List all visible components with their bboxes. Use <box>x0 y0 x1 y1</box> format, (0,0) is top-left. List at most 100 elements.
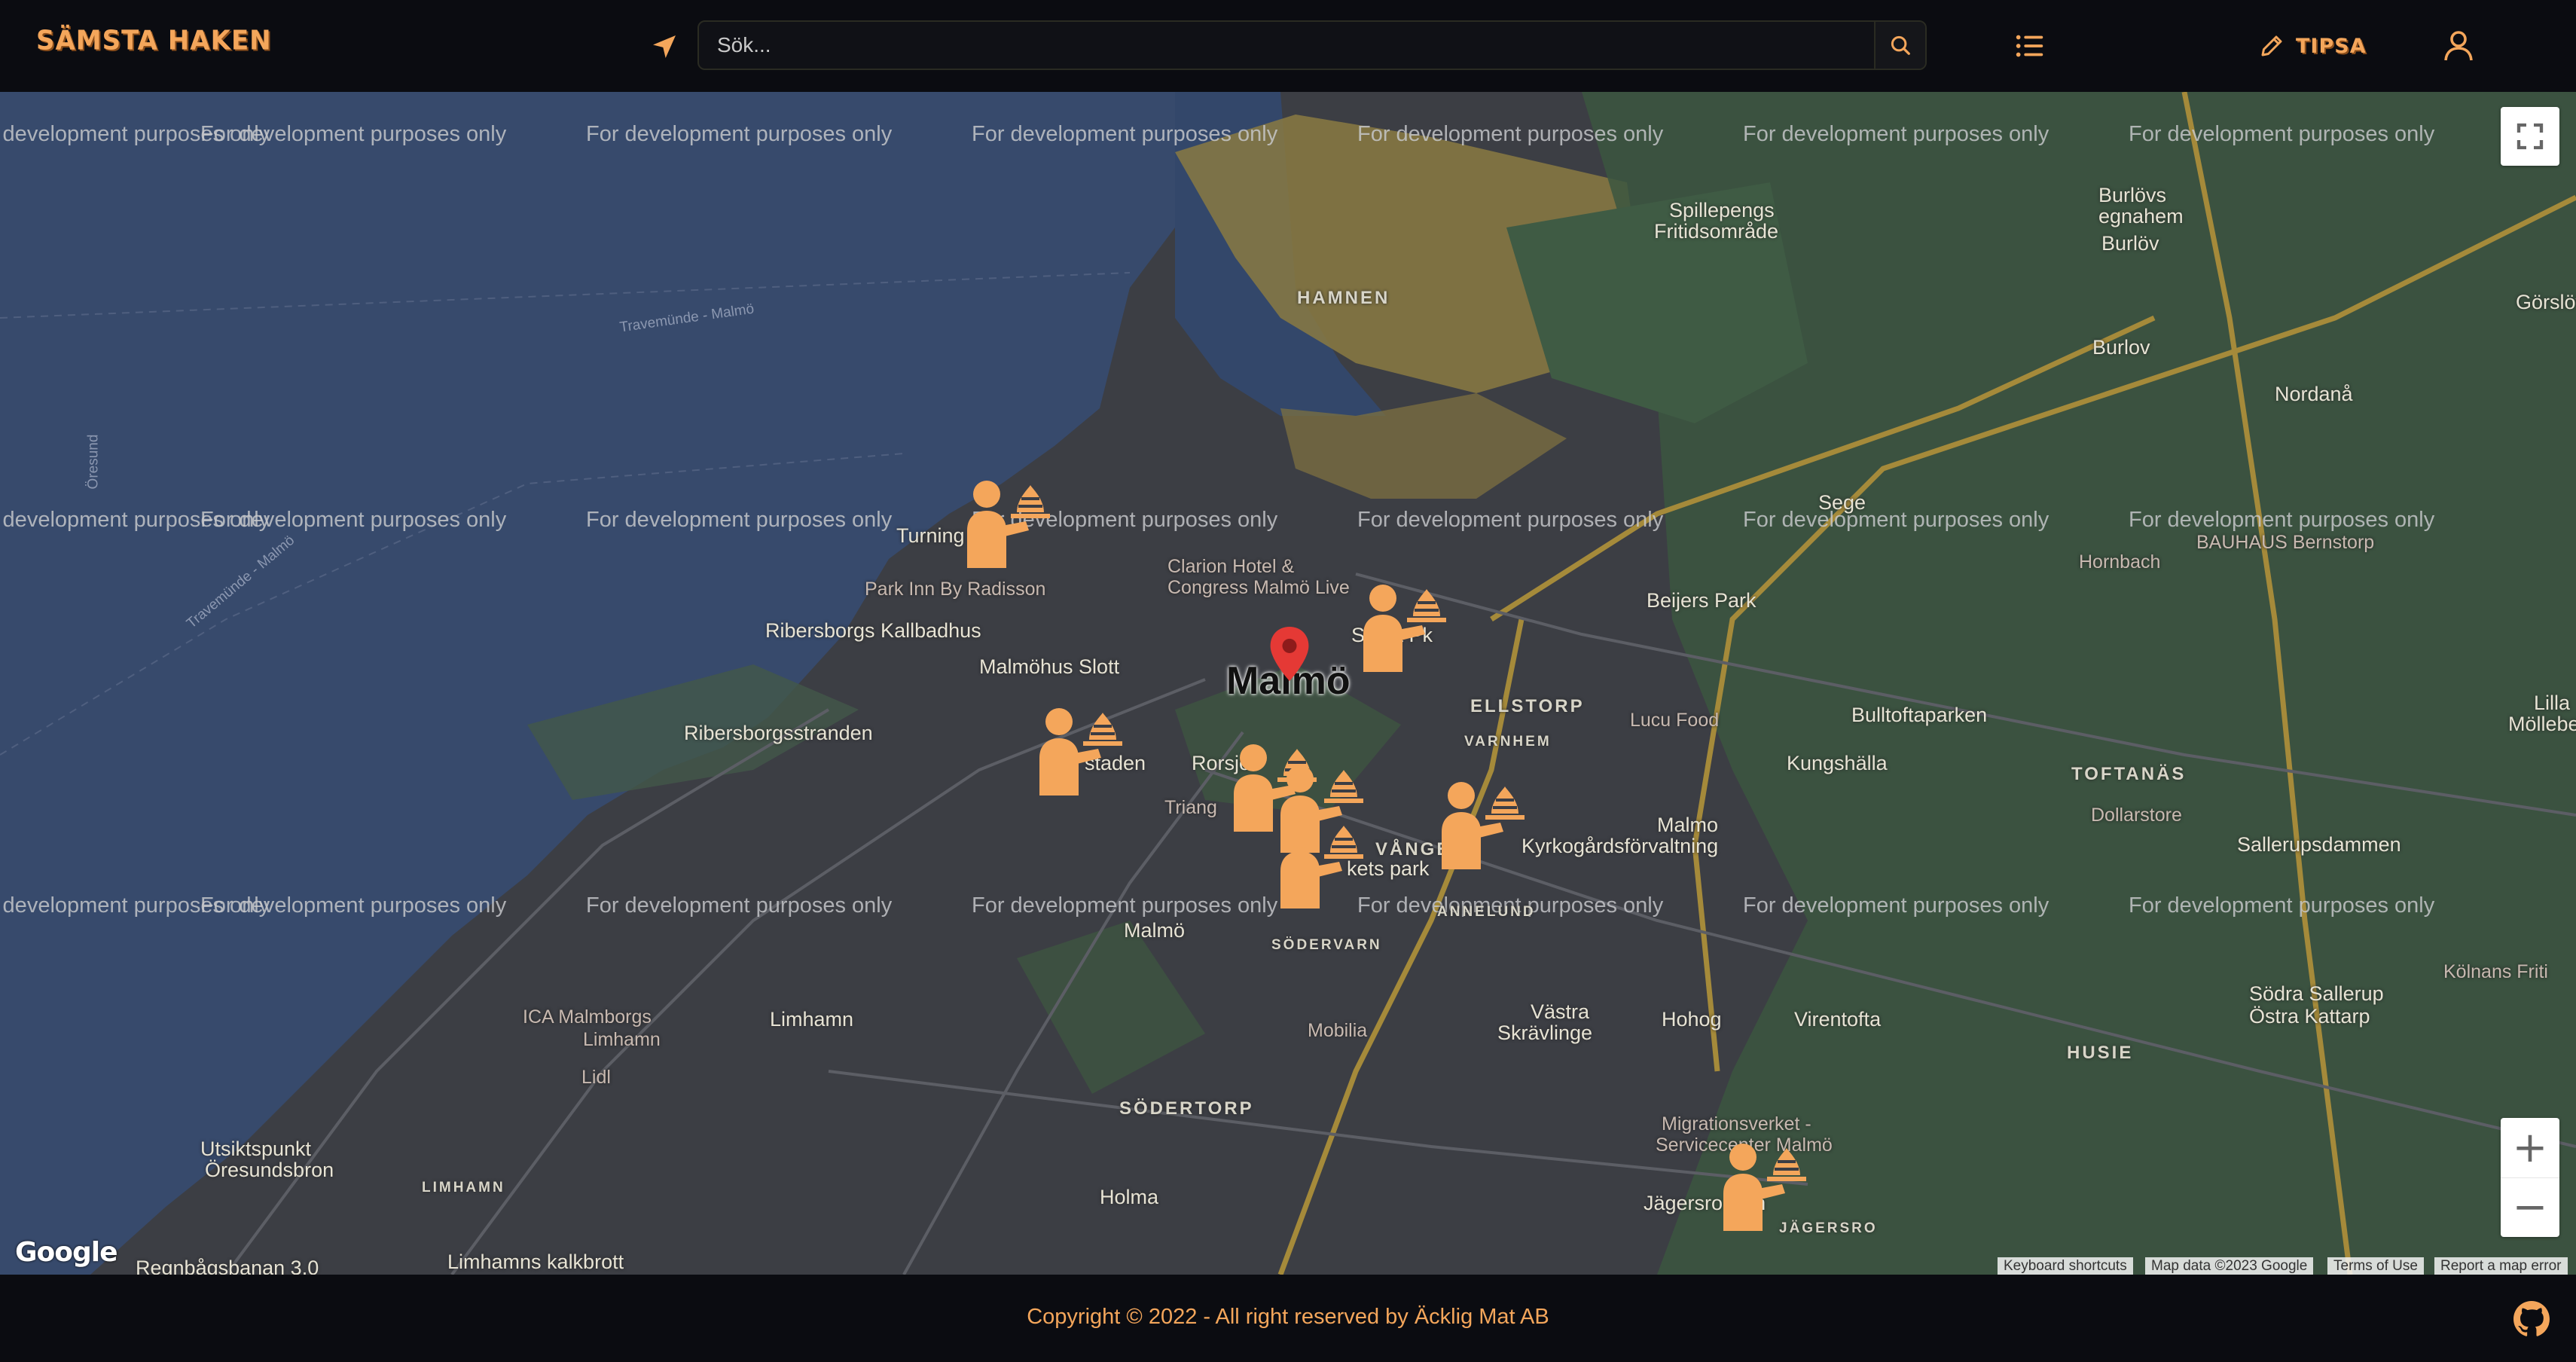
map-label: Burlov <box>2092 336 2150 359</box>
map-label: Sallerupsdammen <box>2237 833 2401 856</box>
report-map-error-link[interactable]: Report a map error <box>2434 1257 2568 1275</box>
map-label: Limhamn <box>583 1029 661 1050</box>
location-arrow-icon <box>653 35 676 58</box>
watermark: For development purposes only <box>200 508 507 532</box>
tipsa-label: TIPSA <box>2296 34 2367 58</box>
map-label: Virentofta <box>1794 1008 1882 1031</box>
watermark: For development purposes only <box>972 893 1278 918</box>
map-label: Triang <box>1164 797 1217 818</box>
zoom-control: + − <box>2501 1118 2559 1237</box>
search-bar <box>697 20 1927 70</box>
search-icon <box>1891 35 1910 55</box>
restaurant-marker[interactable] <box>1431 779 1529 869</box>
map-label: Södra Sallerup <box>2249 982 2384 1005</box>
watermark: For development purposes only <box>586 122 893 146</box>
map-label: Lucu Food <box>1630 710 1720 731</box>
map-label: Migrationsverket - <box>1662 1113 1811 1134</box>
watermark: For development purposes only <box>2129 122 2435 146</box>
map-label: ICA Malmborgs <box>523 1006 652 1028</box>
map-label: Regnbågsbanan 3.0 <box>136 1257 319 1275</box>
fullscreen-icon <box>2516 123 2544 150</box>
map-label: Dollarstore <box>2091 805 2182 826</box>
map-label: BAUHAUS Bernstorp <box>2196 532 2375 553</box>
map-label: ANNELUND <box>1437 904 1536 920</box>
map-label: Malmo <box>1657 814 1719 836</box>
map-label: Öresund <box>85 434 102 490</box>
search-input[interactable] <box>699 22 1874 69</box>
app-footer: Copyright © 2022 - All right reserved by… <box>0 1275 2576 1362</box>
waiter-serving-icon <box>1723 1144 1806 1231</box>
map-data-attribution: Map data ©2023 Google <box>2145 1257 2314 1275</box>
google-logo: Google <box>15 1237 118 1268</box>
list-view-button[interactable] <box>2013 29 2047 63</box>
map-label: Burlövs <box>2098 184 2167 206</box>
map-label: Kölnans Friti <box>2443 961 2548 982</box>
waiter-serving-icon <box>1280 821 1363 909</box>
map-label: Nordanå <box>2275 383 2353 405</box>
map-view[interactable]: For development purposes only For develo… <box>0 92 2576 1275</box>
map-label: Beijers Park <box>1647 589 1757 612</box>
zoom-in-button[interactable]: + <box>2501 1118 2559 1178</box>
map-label: Spillepengs <box>1669 199 1775 221</box>
fullscreen-button[interactable] <box>2501 107 2559 166</box>
user-account-button[interactable] <box>2440 27 2477 63</box>
waiter-serving-icon <box>967 481 1050 568</box>
watermark: For development purposes only <box>1357 508 1664 532</box>
map-label: Holma <box>1100 1186 1159 1208</box>
map-label: HUSIE <box>2067 1043 2134 1063</box>
locate-me-button[interactable] <box>649 32 679 62</box>
map-label: SÖDERTORP <box>1119 1098 1254 1119</box>
pencil-icon <box>2261 35 2282 56</box>
watermark: For development purposes only <box>2129 508 2435 532</box>
map-label: egnahem <box>2098 205 2184 228</box>
search-button[interactable] <box>1874 22 1925 69</box>
map-label: Bulltoftaparken <box>1851 704 1988 726</box>
map-label: Malmö <box>1124 919 1186 942</box>
map-label: Malmöhus Slott <box>979 655 1120 678</box>
waiter-serving-icon <box>1442 782 1525 869</box>
tipsa-button[interactable]: TIPSA <box>2258 29 2367 63</box>
terms-of-use-link[interactable]: Terms of Use <box>2327 1257 2424 1275</box>
map-label: Turning <box>896 524 965 547</box>
copyright-text: Copyright © 2022 - All right reserved by… <box>1027 1305 1549 1329</box>
watermark: For development purposes only <box>200 122 507 146</box>
restaurant-marker[interactable] <box>1713 1141 1811 1231</box>
watermark: For development purposes only <box>1743 122 2050 146</box>
app-logo[interactable]: SÄMSTA HAKEN <box>36 25 272 56</box>
map-label: Lidl <box>581 1067 611 1088</box>
map-label: Sege <box>1818 491 1866 514</box>
github-icon <box>2513 1301 2550 1336</box>
map-label: Congress Malmö Live <box>1167 577 1350 598</box>
watermark-row: For development purposes only For develo… <box>0 508 2576 538</box>
restaurant-marker[interactable] <box>1353 582 1451 672</box>
map-label: Görslöv <box>2516 291 2576 313</box>
map-label: Clarion Hotel & <box>1167 556 1295 577</box>
map-label: Ribersborgs Kallbadhus <box>765 619 981 642</box>
map-label: Limhamns kalkbrott <box>447 1251 624 1273</box>
watermark: For development purposes only <box>2129 893 2435 918</box>
map-label: VARNHEM <box>1464 734 1552 750</box>
watermark: For development purposes only <box>200 893 507 918</box>
list-icon <box>2016 35 2043 57</box>
map-label: Kyrkogårdsförvaltning <box>1521 835 1719 857</box>
map-label: SÖDERVARN <box>1271 937 1382 953</box>
map-pin-icon[interactable] <box>1270 627 1309 681</box>
map-label: Hohog <box>1662 1008 1722 1031</box>
watermark: For development purposes only <box>1743 508 2050 532</box>
map-label: Ribersborgsstranden <box>684 722 873 744</box>
map-label: Öresundsbron <box>205 1159 334 1181</box>
restaurant-marker[interactable] <box>957 478 1055 568</box>
restaurant-marker[interactable] <box>1029 705 1127 796</box>
keyboard-shortcuts-link[interactable]: Keyboard shortcuts <box>1998 1257 2133 1275</box>
restaurant-marker[interactable] <box>1270 818 1368 909</box>
map-label: ELLSTORP <box>1470 696 1585 716</box>
map-label: Skrävlinge <box>1497 1022 1593 1044</box>
watermark: For development purposes only <box>1743 893 2050 918</box>
waiter-serving-icon <box>1039 708 1122 796</box>
map-label: HAMNEN <box>1297 288 1390 308</box>
user-icon <box>2444 31 2473 61</box>
github-link[interactable] <box>2513 1300 2550 1338</box>
watermark: For development purposes only <box>586 893 893 918</box>
zoom-out-button[interactable]: − <box>2501 1177 2559 1237</box>
waiter-serving-icon <box>1363 585 1446 672</box>
